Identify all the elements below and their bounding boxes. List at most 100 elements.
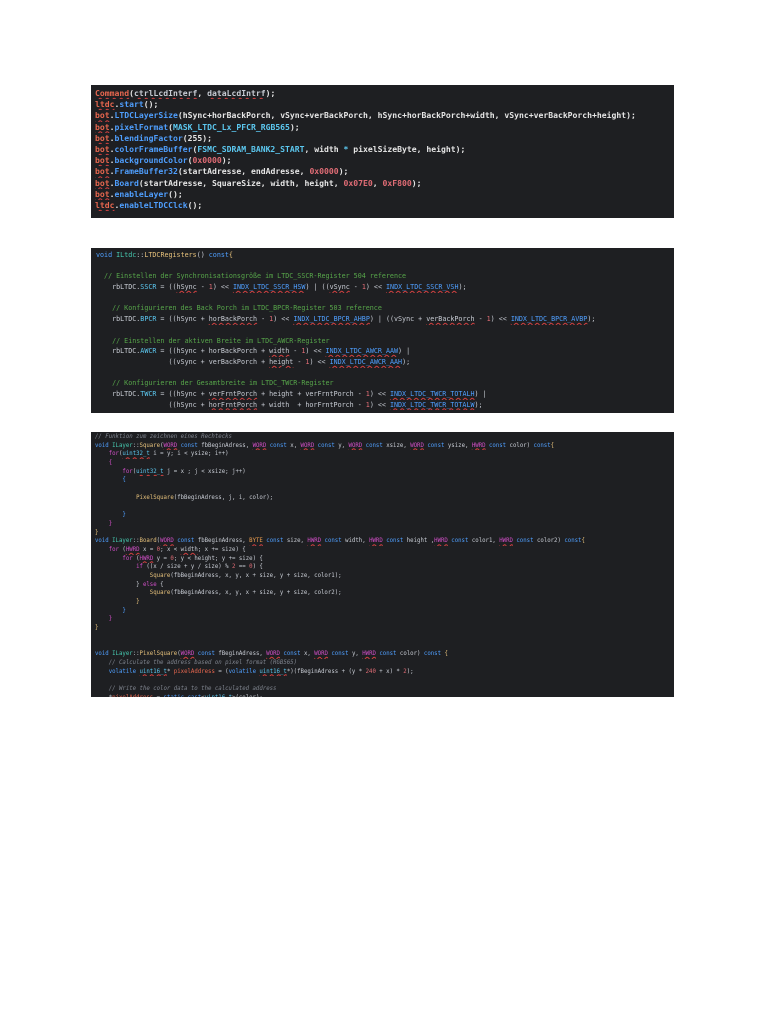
code-line: if ((x / size + y / size) % 2 == 0) {	[95, 563, 670, 572]
code-token: hSync	[176, 283, 197, 292]
code-token: + width + horFrntPorch -	[257, 400, 366, 409]
code-token: volatile	[228, 668, 260, 675]
code-token: WORD	[160, 538, 174, 545]
code-token: height	[269, 357, 294, 366]
code-token: HWRD	[369, 538, 383, 545]
code-token: }	[95, 581, 143, 588]
code-token: ::	[132, 538, 140, 545]
code-token: const	[447, 538, 472, 545]
code-token: Command	[95, 88, 130, 98]
code-line: PixelSquare(fbBeginAdress, j, i, color);	[95, 494, 670, 503]
code-line: }	[95, 529, 670, 538]
code-line: ((vSync + verBackPorch + height - 1) << …	[96, 357, 669, 368]
code-token: // Einstellen der Synchronisationsgröße …	[96, 272, 407, 281]
code-token: ==	[235, 564, 250, 571]
code-line: // Funktion zum zeichnen eines Rechtecks	[95, 433, 670, 442]
code-token: start	[119, 99, 144, 110]
code-line: // Einstellen der aktiven Breite im LTDC…	[96, 336, 669, 347]
code-token: SSCR	[140, 283, 157, 292]
code-token: const	[266, 442, 291, 449]
code-token: for	[122, 468, 133, 475]
code-token: );	[411, 177, 422, 188]
code-token: BYTE	[249, 538, 263, 545]
code-token: blendingFactor	[114, 132, 183, 143]
code-line: ltdc.enableLTDCClck();	[95, 200, 670, 211]
code-token: rbLTDC	[96, 315, 137, 324]
code-token: (startAdresse, SquareSize, width, height…	[138, 177, 344, 188]
code-token: pixelFormat	[114, 121, 169, 132]
code-token: (fbBeginAdress, x, y, x + size, y + size…	[170, 590, 342, 597]
code-token: bot	[95, 143, 110, 154]
code-token: horBackPorch	[208, 315, 258, 324]
code-token: void	[95, 651, 113, 658]
code-token: // Calculate the address based on pixel …	[95, 659, 298, 666]
code-line: ltdc.start();	[95, 99, 670, 110]
code-token: INDX_LTDC_SSCR_VSH	[386, 283, 459, 292]
code-token: i = y; i < ysize; i++)	[149, 451, 229, 458]
code-token: ();	[187, 199, 203, 210]
code-token: FSMC_SDRAM_BANK2_START	[197, 143, 305, 154]
code-token: volatile	[108, 668, 140, 675]
code-token: height ,	[406, 538, 435, 545]
code-line: }	[95, 598, 670, 607]
code-token: PixelSquare	[139, 651, 178, 658]
code-line: for (HWRD x = 0; x < width; x += size) {	[95, 546, 670, 555]
code-token: );	[289, 121, 300, 132]
code-token: color)	[509, 442, 534, 449]
code-line: bot.Board(startAdresse, SquareSize, widt…	[95, 178, 670, 189]
code-token: 0x0000	[309, 166, 339, 177]
code-token: WORD	[252, 442, 267, 449]
code-token: (	[118, 546, 126, 553]
code-token: const	[423, 651, 442, 658]
code-line: for(uint32_t i = y; i < ysize; i++)	[95, 450, 670, 459]
code-token: INDX_LTDC_AWCR_AAH	[329, 357, 403, 366]
code-token: ) <<	[309, 357, 330, 366]
code-token: ysize,	[447, 442, 472, 449]
code-token: 0xF800	[382, 177, 412, 188]
code-token: INDX_LTDC_TWCR_TOTALW	[389, 400, 475, 409]
code-token: size,	[286, 538, 308, 545]
code-token: const	[177, 442, 202, 449]
code-token: -	[474, 315, 487, 324]
code-token: WORD	[300, 442, 315, 449]
code-token: Square	[139, 442, 161, 449]
code-token: *	[166, 668, 174, 675]
code-token: rbLTDC	[96, 347, 137, 356]
code-token: y,	[351, 651, 363, 658]
code-token: , width	[304, 143, 344, 154]
code-token: uint16_t	[205, 695, 232, 697]
code-token: WORD	[314, 651, 328, 658]
code-token: WORD	[348, 442, 363, 449]
code-line: bot.FrameBuffer32(startAdresse, endAdres…	[95, 166, 670, 177]
code-line: {	[95, 459, 670, 468]
code-token: HWRD	[139, 555, 154, 562]
code-token: backgroundColor	[114, 155, 188, 166]
code-token: vSync	[329, 283, 350, 292]
code-line: rbLTDC.SSCR = ((hSync - 1) << INDX_LTDC_…	[96, 282, 669, 293]
code-line: for (HWRD y = 0; y < height; y += size) …	[95, 555, 670, 564]
code-token: HWRD	[125, 546, 140, 553]
code-token: ) <<	[273, 315, 294, 324]
code-token: >(color);	[232, 695, 263, 697]
code-token: );	[458, 283, 467, 292]
code-token: const	[512, 538, 537, 545]
code-token: );	[587, 315, 596, 324]
code-token: ) {	[252, 564, 263, 571]
code-token: HWRD	[471, 442, 486, 449]
code-line: bot.blendingFactor(255);	[95, 133, 670, 144]
code-token: pixelAddress	[173, 668, 215, 675]
code-line: void ILayer::Square(WORD const fbBeginAd…	[95, 442, 670, 451]
code-token: // Einstellen der aktiven Breite im LTDC…	[96, 336, 330, 345]
code-token: for	[122, 555, 133, 562]
code-token: bot	[95, 177, 110, 188]
code-token: (255);	[182, 132, 212, 143]
code-token: const	[262, 538, 287, 545]
code-token: ILayer	[112, 538, 133, 545]
code-token: ,	[372, 177, 383, 188]
